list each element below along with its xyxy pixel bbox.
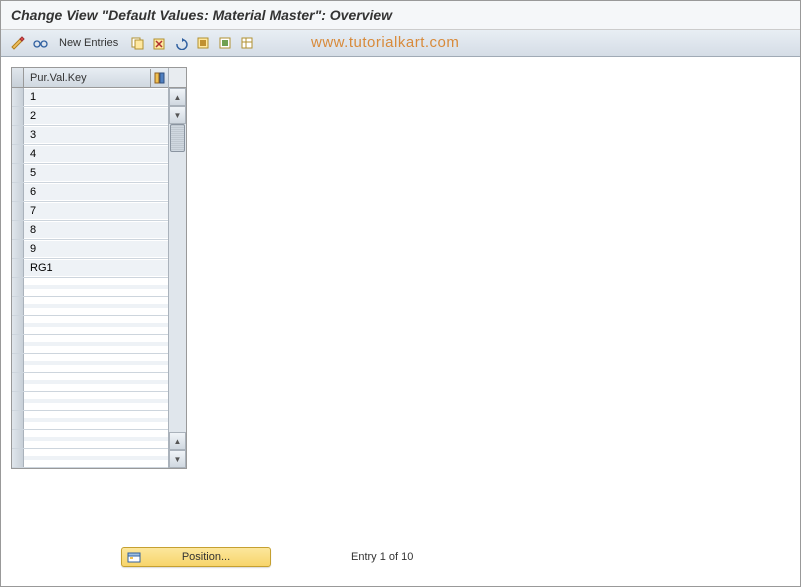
footer: Position... Entry 1 of 10 [121, 547, 413, 567]
col-settings-spacer [169, 68, 186, 88]
scroll-thumb[interactable] [170, 124, 185, 152]
cell[interactable] [24, 361, 168, 365]
cell[interactable]: 9 [24, 241, 168, 257]
table-row: 9 [12, 240, 168, 259]
page-title: Change View "Default Values: Material Ma… [11, 7, 392, 23]
table-row [12, 392, 168, 411]
cell[interactable]: RG1 [24, 260, 168, 276]
table-row: 8 [12, 221, 168, 240]
table-settings-icon[interactable] [238, 34, 256, 52]
row-selector[interactable] [12, 278, 24, 296]
row-selector[interactable] [12, 297, 24, 315]
cell[interactable] [24, 304, 168, 308]
row-selector[interactable] [12, 107, 24, 125]
entry-status: Entry 1 of 10 [351, 551, 413, 563]
cell[interactable] [24, 437, 168, 441]
column-header[interactable]: Pur.Val.Key [24, 70, 150, 86]
table-row: RG1 [12, 259, 168, 278]
table-row [12, 297, 168, 316]
cell[interactable] [24, 342, 168, 346]
table-row: 4 [12, 145, 168, 164]
scroll-track[interactable] [169, 124, 186, 432]
table-row: 6 [12, 183, 168, 202]
new-entries-button[interactable]: New Entries [53, 35, 124, 51]
row-selector[interactable] [12, 202, 24, 220]
cell[interactable]: 2 [24, 108, 168, 124]
row-selector[interactable] [12, 145, 24, 163]
row-selector[interactable] [12, 316, 24, 334]
row-selector[interactable] [12, 240, 24, 258]
row-selector[interactable] [12, 392, 24, 410]
table-row [12, 278, 168, 297]
table-container: Pur.Val.Key 1 2 3 4 5 6 7 8 9 RG1 [11, 67, 187, 469]
table-row [12, 449, 168, 468]
row-selector[interactable] [12, 335, 24, 353]
deselect-all-icon[interactable] [216, 34, 234, 52]
cell[interactable] [24, 285, 168, 289]
table-row: 2 [12, 107, 168, 126]
row-selector[interactable] [12, 373, 24, 391]
title-bar: Change View "Default Values: Material Ma… [1, 1, 800, 30]
row-selector[interactable] [12, 354, 24, 372]
table-row [12, 335, 168, 354]
cell[interactable] [24, 380, 168, 384]
row-selector[interactable] [12, 126, 24, 144]
row-selector[interactable] [12, 183, 24, 201]
row-selector-header[interactable] [12, 68, 24, 87]
copy-icon[interactable] [128, 34, 146, 52]
table-row [12, 354, 168, 373]
table-row: 1 [12, 88, 168, 107]
scroll-down2-icon[interactable]: ▼ [169, 450, 186, 468]
table-row [12, 430, 168, 449]
cell[interactable] [24, 323, 168, 327]
table-row [12, 373, 168, 392]
cell[interactable] [24, 399, 168, 403]
table-header: Pur.Val.Key [12, 68, 168, 88]
position-icon [126, 549, 142, 565]
table-row [12, 411, 168, 430]
delete-icon[interactable] [150, 34, 168, 52]
row-selector[interactable] [12, 411, 24, 429]
scroll-down-icon[interactable]: ▼ [169, 106, 186, 124]
select-all-icon[interactable] [194, 34, 212, 52]
scroll-up-icon[interactable]: ▲ [169, 88, 186, 106]
cell[interactable] [24, 418, 168, 422]
row-selector[interactable] [12, 88, 24, 106]
content-area: Pur.Val.Key 1 2 3 4 5 6 7 8 9 RG1 [1, 57, 800, 582]
cell[interactable] [24, 456, 168, 460]
table-row: 5 [12, 164, 168, 183]
vertical-scrollbar[interactable]: ▲ ▼ ▲ ▼ [168, 68, 186, 468]
position-button[interactable]: Position... [121, 547, 271, 567]
table-row: 7 [12, 202, 168, 221]
column-config-icon[interactable] [150, 69, 168, 87]
undo-icon[interactable] [172, 34, 190, 52]
table-main: Pur.Val.Key 1 2 3 4 5 6 7 8 9 RG1 [12, 68, 168, 468]
table-body: 1 2 3 4 5 6 7 8 9 RG1 [12, 88, 168, 468]
cell[interactable]: 7 [24, 203, 168, 219]
row-selector[interactable] [12, 164, 24, 182]
scroll-up2-icon[interactable]: ▲ [169, 432, 186, 450]
row-selector[interactable] [12, 430, 24, 448]
row-selector[interactable] [12, 259, 24, 277]
toggle-edit-icon[interactable] [9, 34, 27, 52]
cell[interactable]: 3 [24, 127, 168, 143]
row-selector[interactable] [12, 449, 24, 467]
table-row: 3 [12, 126, 168, 145]
row-selector[interactable] [12, 221, 24, 239]
position-label: Position... [146, 551, 266, 563]
cell[interactable]: 4 [24, 146, 168, 162]
cell[interactable]: 6 [24, 184, 168, 200]
toolbar: New Entries www.tutorialkart.com [1, 30, 800, 57]
cell[interactable]: 1 [24, 89, 168, 105]
cell[interactable]: 5 [24, 165, 168, 181]
glasses-icon[interactable] [31, 34, 49, 52]
watermark-text: www.tutorialkart.com [311, 34, 459, 51]
cell[interactable]: 8 [24, 222, 168, 238]
table-row [12, 316, 168, 335]
